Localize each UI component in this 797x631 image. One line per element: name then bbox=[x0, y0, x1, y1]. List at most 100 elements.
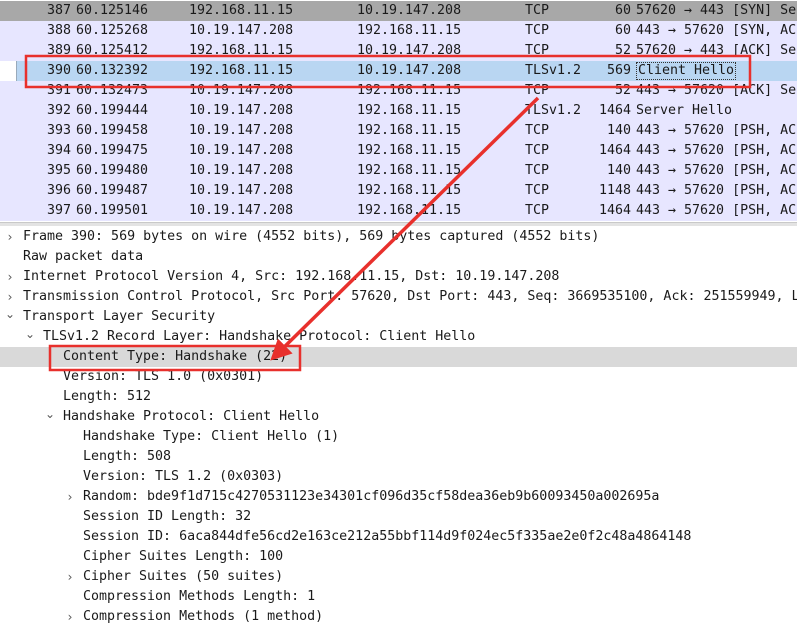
tree-item[interactable]: ⌄ Transport Layer Security bbox=[0, 307, 797, 327]
packet-row[interactable]: 394 60.199475 10.19.147.208 192.168.11.15 TC… bbox=[0, 141, 797, 161]
packet-destination: 192.168.11.15 bbox=[357, 103, 462, 118]
packet-row[interactable]: 387 60.125146 192.168.11.15 10.19.147.208 TC… bbox=[0, 1, 797, 21]
packet-row[interactable]: 397 60.199501 10.19.147.208 192.168.11.15 TC… bbox=[0, 201, 797, 221]
packet-number: 395 bbox=[46, 163, 71, 178]
packet-row[interactable]: 392 60.199444 10.19.147.208 192.168.11.15 TL… bbox=[0, 101, 797, 121]
tree-item[interactable]: Version: TLS 1.2 (0x0303) bbox=[0, 467, 797, 487]
packet-row[interactable]: 388 60.125268 10.19.147.208 192.168.11.15 TC… bbox=[0, 21, 797, 41]
tree-item-label: Version: TLS 1.0 (0x0301) bbox=[63, 369, 264, 384]
packet-protocol: TCP bbox=[525, 3, 550, 18]
tree-item[interactable]: Version: TLS 1.0 (0x0301) bbox=[0, 367, 797, 387]
tree-item[interactable]: Length: 508 bbox=[0, 447, 797, 467]
tree-item-label: Session ID: 6aca844dfe56cd2e163ce212a55b… bbox=[83, 529, 692, 544]
packet-source: 10.19.147.208 bbox=[189, 23, 294, 38]
packet-protocol: TCP bbox=[525, 23, 550, 38]
tree-item-label: Cipher Suites (50 suites) bbox=[83, 569, 284, 584]
packet-row[interactable]: 391 60.132473 10.19.147.208 192.168.11.15 TC… bbox=[0, 81, 797, 101]
packet-info: 443 → 57620 [PSH, AC bbox=[636, 143, 797, 158]
tree-item[interactable]: › Random: bde9f1d715c4270531123e34301cf09… bbox=[0, 487, 797, 507]
tree-item-label: Length: 508 bbox=[83, 449, 172, 464]
tree-item[interactable]: ⌄ TLSv1.2 Record Layer: Handshake Protoco… bbox=[0, 327, 797, 347]
packet-protocol: TCP bbox=[525, 43, 550, 58]
packet-protocol: TCP bbox=[525, 203, 550, 218]
tree-item[interactable]: › Cipher Suites (50 suites) bbox=[0, 567, 797, 587]
packet-info: 57620 → 443 [SYN] Se bbox=[636, 3, 797, 18]
chevron-right-icon[interactable]: › bbox=[4, 227, 16, 247]
packet-list[interactable]: 387 60.125146 192.168.11.15 10.19.147.208 TC… bbox=[0, 0, 797, 222]
packet-info: 443 → 57620 [PSH, AC bbox=[636, 123, 797, 138]
packet-info: 443 → 57620 [ACK] Se bbox=[636, 83, 797, 98]
tree-item[interactable]: › Transmission Control Protocol, Src Port… bbox=[0, 287, 797, 307]
packet-length: 1148 bbox=[598, 183, 631, 198]
tree-item-selected[interactable]: Content Type: Handshake (22) bbox=[0, 347, 797, 367]
packet-source: 10.19.147.208 bbox=[189, 203, 294, 218]
tree-item[interactable]: Compression Methods Length: 1 bbox=[0, 587, 797, 607]
packet-info: 443 → 57620 [SYN, AC bbox=[636, 23, 797, 38]
tree-item-label: Length: 512 bbox=[63, 389, 152, 404]
packet-source: 192.168.11.15 bbox=[189, 3, 294, 18]
packet-number: 388 bbox=[46, 23, 71, 38]
pane-splitter[interactable] bbox=[0, 222, 797, 226]
packet-length: 52 bbox=[614, 43, 631, 58]
packet-row[interactable]: 396 60.199487 10.19.147.208 192.168.11.15 TC… bbox=[0, 181, 797, 201]
tree-item[interactable]: Session ID: 6aca844dfe56cd2e163ce212a55b… bbox=[0, 527, 797, 547]
packet-source: 10.19.147.208 bbox=[189, 103, 294, 118]
packet-number: 389 bbox=[46, 43, 71, 58]
packet-row[interactable]: 389 60.125412 192.168.11.15 10.19.147.208 TC… bbox=[0, 41, 797, 61]
tree-item-label: Cipher Suites Length: 100 bbox=[83, 549, 284, 564]
tree-item[interactable]: ⌄ Handshake Protocol: Client Hello bbox=[0, 407, 797, 427]
packet-protocol: TCP bbox=[525, 183, 550, 198]
packet-row[interactable]: 393 60.199458 10.19.147.208 192.168.11.15 TC… bbox=[0, 121, 797, 141]
tree-item-label: Internet Protocol Version 4, Src: 192.16… bbox=[23, 269, 560, 284]
packet-source: 10.19.147.208 bbox=[189, 123, 294, 138]
packet-length: 140 bbox=[606, 123, 631, 138]
packet-time: 60.199487 bbox=[76, 183, 149, 198]
packet-time: 60.125412 bbox=[76, 43, 149, 58]
packet-length: 60 bbox=[614, 3, 631, 18]
tree-item[interactable]: Session ID Length: 32 bbox=[0, 507, 797, 527]
tree-item[interactable]: › Compression Methods (1 method) bbox=[0, 607, 797, 627]
chevron-right-icon[interactable]: › bbox=[4, 267, 16, 287]
tree-item-label: Frame 390: 569 bytes on wire (4552 bits)… bbox=[23, 229, 600, 244]
packet-info: Server Hello bbox=[636, 103, 733, 118]
packet-length: 569 bbox=[606, 63, 631, 78]
packet-time: 60.125146 bbox=[76, 3, 149, 18]
packet-time: 60.199475 bbox=[76, 143, 149, 158]
chevron-right-icon[interactable]: › bbox=[64, 567, 76, 587]
packet-info: Client Hello bbox=[636, 62, 737, 80]
packet-source: 10.19.147.208 bbox=[189, 183, 294, 198]
chevron-right-icon[interactable]: › bbox=[64, 487, 76, 507]
packet-row[interactable]: 395 60.199480 10.19.147.208 192.168.11.15 TC… bbox=[0, 161, 797, 181]
packet-details-tree[interactable]: › Frame 390: 569 bytes on wire (4552 bits… bbox=[0, 227, 797, 631]
packet-source: 10.19.147.208 bbox=[189, 83, 294, 98]
tree-item-label: Version: TLS 1.2 (0x0303) bbox=[83, 469, 284, 484]
tree-item[interactable]: Raw packet data bbox=[0, 247, 797, 267]
packet-source: 10.19.147.208 bbox=[189, 143, 294, 158]
tree-item[interactable]: › Frame 390: 569 bytes on wire (4552 bits… bbox=[0, 227, 797, 247]
packet-destination: 192.168.11.15 bbox=[357, 143, 462, 158]
expand-down-icon[interactable]: ⌄ bbox=[24, 324, 36, 344]
packet-info: 443 → 57620 [PSH, AC bbox=[636, 183, 797, 198]
tree-item[interactable]: Handshake Type: Client Hello (1) bbox=[0, 427, 797, 447]
expand-down-icon[interactable]: ⌄ bbox=[44, 404, 56, 424]
packet-source: 10.19.147.208 bbox=[189, 163, 294, 178]
tree-item-label: Transport Layer Security bbox=[23, 309, 216, 324]
tree-item-label: TLSv1.2 Record Layer: Handshake Protocol… bbox=[43, 329, 476, 344]
packet-row-selected[interactable]: 390 60.132392 192.168.11.15 10.19.147.208 TL… bbox=[0, 61, 797, 81]
expand-down-icon[interactable]: ⌄ bbox=[4, 304, 16, 324]
packet-time: 60.199480 bbox=[76, 163, 149, 178]
packet-info: 57620 → 443 [ACK] Se bbox=[636, 43, 797, 58]
packet-destination: 192.168.11.15 bbox=[357, 123, 462, 138]
packet-length: 1464 bbox=[598, 203, 631, 218]
packet-protocol: TLSv1.2 bbox=[525, 63, 582, 78]
tree-item-label: Transmission Control Protocol, Src Port:… bbox=[23, 289, 797, 304]
tree-item[interactable]: Length: 512 bbox=[0, 387, 797, 407]
tree-item[interactable]: › Internet Protocol Version 4, Src: 192.1… bbox=[0, 267, 797, 287]
packet-destination: 192.168.11.15 bbox=[357, 23, 462, 38]
packet-time: 60.132473 bbox=[76, 83, 149, 98]
packet-source: 192.168.11.15 bbox=[189, 63, 294, 78]
packet-time: 60.132392 bbox=[76, 63, 149, 78]
packet-destination: 10.19.147.208 bbox=[357, 63, 462, 78]
chevron-right-icon[interactable]: › bbox=[64, 607, 76, 627]
tree-item[interactable]: Cipher Suites Length: 100 bbox=[0, 547, 797, 567]
